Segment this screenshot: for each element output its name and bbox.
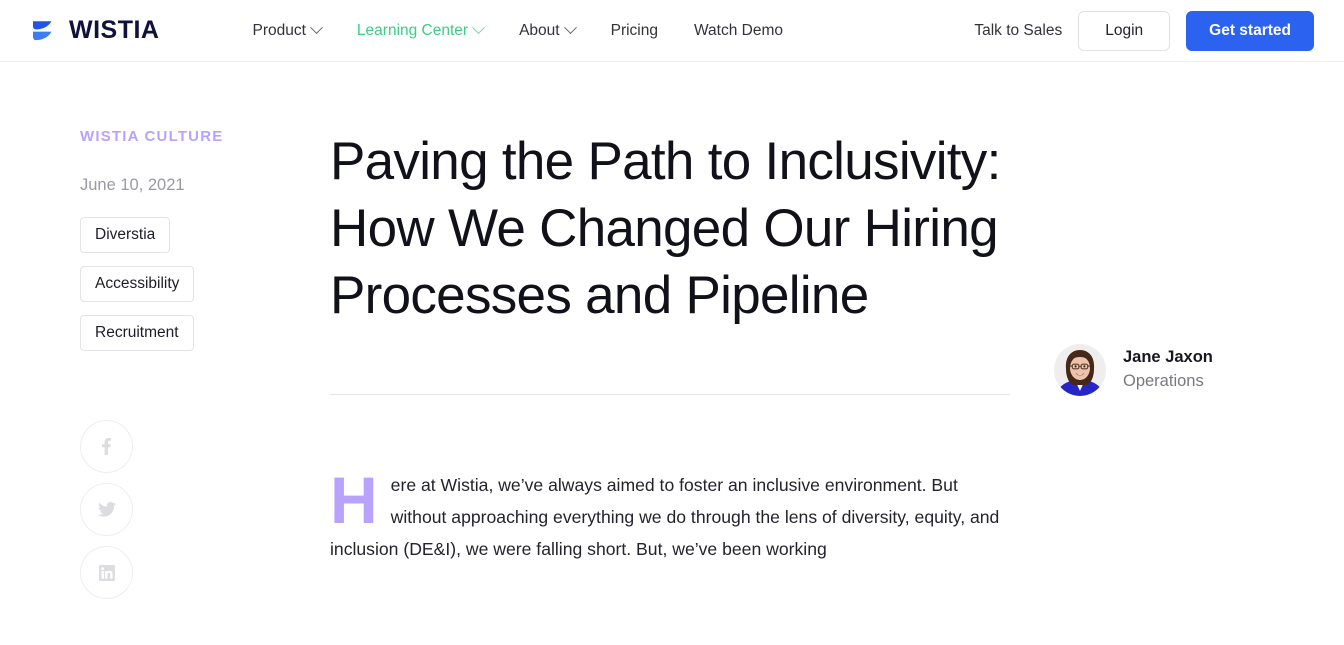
nav-item-learning-center[interactable]: Learning Center	[339, 14, 501, 48]
nav-label: Watch Demo	[694, 21, 784, 39]
author-meta: Jane Jaxon Operations	[1123, 346, 1213, 394]
tag-list: Diverstia Accessibility Recruitment	[80, 217, 330, 352]
login-button[interactable]: Login	[1078, 10, 1171, 51]
main-navigation: Product Learning Center About Pricing Wa…	[235, 14, 802, 48]
wistia-logo[interactable]: WISTIA	[32, 18, 160, 43]
category-kicker[interactable]: WISTIA CULTURE	[80, 128, 330, 145]
page-content: WISTIA CULTURE June 10, 2021 Diverstia A…	[0, 62, 1344, 600]
author-block: Jane Jaxon Operations	[1054, 128, 1213, 599]
publish-date: June 10, 2021	[80, 176, 185, 194]
title-divider	[330, 394, 1010, 396]
author-name: Jane Jaxon	[1123, 347, 1213, 366]
header-actions: Talk to Sales Login Get started	[974, 10, 1314, 51]
tag-recruitment[interactable]: Recruitment	[80, 315, 194, 352]
article-body-paragraph: Here at Wistia, we’ve always aimed to fo…	[330, 463, 1010, 566]
tag-diverstia[interactable]: Diverstia	[80, 217, 171, 254]
nav-item-product[interactable]: Product	[235, 14, 339, 48]
chevron-down-icon	[472, 21, 485, 35]
avatar	[1054, 343, 1106, 396]
talk-to-sales-link[interactable]: Talk to Sales	[974, 22, 1062, 40]
site-header: WISTIA Product Learning Center About Pri…	[0, 0, 1344, 62]
nav-item-watch-demo[interactable]: Watch Demo	[676, 14, 801, 48]
twitter-icon	[97, 502, 116, 517]
share-linkedin-button[interactable]	[80, 546, 133, 600]
wistia-swoosh-icon	[32, 19, 62, 43]
linkedin-icon	[98, 564, 115, 581]
chevron-down-icon	[563, 21, 577, 35]
drop-cap: H	[330, 463, 378, 538]
facebook-icon	[102, 438, 111, 456]
author-role: Operations	[1123, 371, 1204, 390]
nav-label: Pricing	[610, 21, 658, 39]
share-facebook-button[interactable]	[80, 420, 133, 474]
article-sidebar: WISTIA CULTURE June 10, 2021 Diverstia A…	[80, 128, 330, 600]
nav-label: Product	[252, 21, 306, 39]
nav-item-pricing[interactable]: Pricing	[593, 14, 676, 48]
tag-accessibility[interactable]: Accessibility	[80, 266, 195, 303]
nav-label: About	[519, 21, 560, 39]
author-headshot-image	[1054, 343, 1106, 396]
nav-item-about[interactable]: About	[501, 14, 593, 48]
share-twitter-button[interactable]	[80, 483, 133, 537]
article-main: Paving the Path to Inclusivity: How We C…	[330, 128, 1010, 599]
article-body-text: ere at Wistia, we’ve always aimed to fos…	[330, 475, 1000, 560]
social-share-list	[80, 420, 330, 600]
wistia-logo-text: WISTIA	[69, 16, 160, 44]
article-title: Paving the Path to Inclusivity: How We C…	[330, 132, 1001, 326]
chevron-down-icon	[310, 21, 323, 35]
nav-label: Learning Center	[356, 21, 469, 39]
get-started-button[interactable]: Get started	[1186, 10, 1314, 51]
